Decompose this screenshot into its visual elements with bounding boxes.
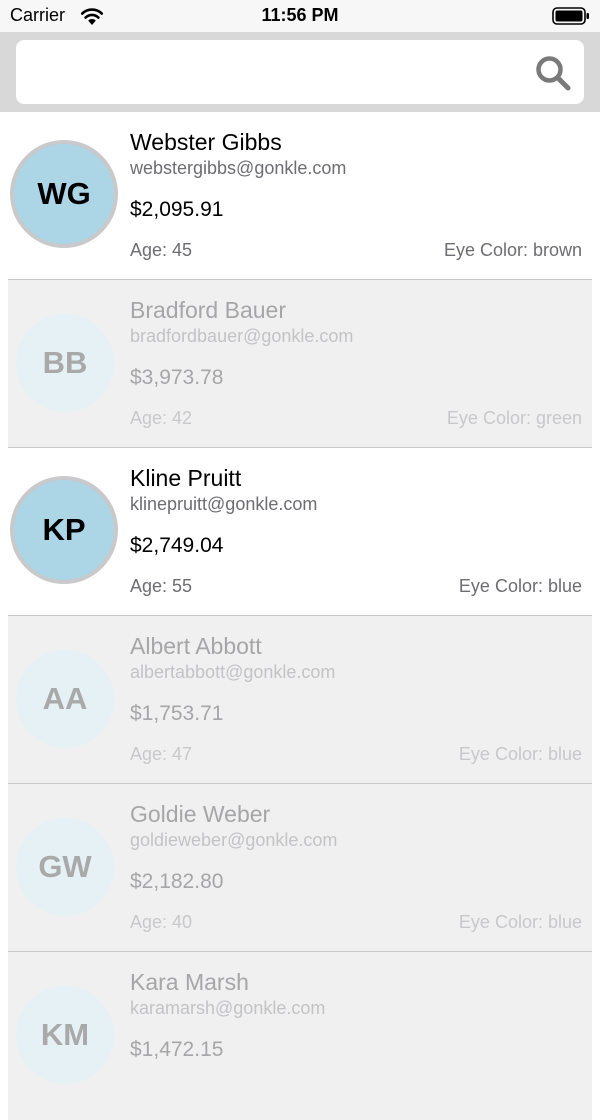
person-email: bradfordbauer@gonkle.com bbox=[130, 326, 354, 346]
avatar: GW bbox=[16, 818, 114, 916]
people-list: WG Webster Gibbs webstergibbs@gonkle.com… bbox=[0, 112, 600, 1120]
list-item[interactable]: GW Goldie Weber goldieweber@gonkle.com $… bbox=[8, 784, 592, 952]
person-age: Age: 42 bbox=[130, 408, 193, 428]
person-balance: $1,472.15 bbox=[130, 1038, 224, 1061]
person-balance: $2,182.80 bbox=[130, 870, 224, 893]
person-name: Albert Abbott bbox=[130, 633, 262, 659]
person-age: Age: 47 bbox=[130, 744, 193, 764]
avatar: KP bbox=[10, 476, 118, 584]
person-name: Bradford Bauer bbox=[130, 297, 286, 323]
battery-icon bbox=[552, 7, 589, 25]
status-bar: Carrier 11:56 PM bbox=[0, 0, 600, 32]
person-eye-color: Eye Color: green bbox=[446, 408, 582, 428]
person-name: Webster Gibbs bbox=[130, 129, 282, 155]
person-eye-color: Eye Color: blue bbox=[458, 912, 582, 932]
list-item[interactable]: AA Albert Abbott albertabbott@gonkle.com… bbox=[8, 616, 592, 784]
person-age: Age: 45 bbox=[130, 240, 193, 260]
avatar: AA bbox=[16, 650, 114, 748]
person-email: klinepruitt@gonkle.com bbox=[130, 494, 318, 514]
list-item[interactable]: BB Bradford Bauer bradfordbauer@gonkle.c… bbox=[8, 280, 592, 448]
status-time: 11:56 PM bbox=[261, 5, 339, 25]
person-name: Kline Pruitt bbox=[130, 465, 242, 491]
person-email: goldieweber@gonkle.com bbox=[130, 830, 338, 850]
person-eye-color: Eye Color: blue bbox=[458, 576, 582, 596]
person-name: Goldie Weber bbox=[130, 801, 271, 827]
person-balance: $2,095.91 bbox=[130, 198, 224, 221]
search-icon[interactable] bbox=[534, 54, 572, 92]
person-name: Kara Marsh bbox=[130, 969, 249, 995]
search-input[interactable] bbox=[16, 40, 584, 104]
person-balance: $2,749.04 bbox=[130, 534, 224, 557]
list-item[interactable]: KP Kline Pruitt klinepruitt@gonkle.com $… bbox=[0, 448, 600, 616]
person-age: Age: 55 bbox=[130, 576, 193, 596]
person-email: webstergibbs@gonkle.com bbox=[130, 158, 347, 178]
person-email: karamarsh@gonkle.com bbox=[130, 998, 326, 1018]
list-item[interactable]: WG Webster Gibbs webstergibbs@gonkle.com… bbox=[0, 112, 600, 280]
avatar: WG bbox=[10, 140, 118, 248]
person-email: albertabbott@gonkle.com bbox=[130, 662, 336, 682]
avatar: KM bbox=[16, 986, 114, 1084]
avatar: BB bbox=[16, 314, 114, 412]
search-bar bbox=[0, 32, 600, 112]
person-eye-color: Eye Color: brown bbox=[443, 240, 582, 260]
person-age: Age: 40 bbox=[130, 912, 193, 932]
person-balance: $1,753.71 bbox=[130, 702, 224, 725]
person-balance: $3,973.78 bbox=[130, 366, 224, 389]
person-eye-color: Eye Color: blue bbox=[458, 744, 582, 764]
list-item[interactable]: KM Kara Marsh karamarsh@gonkle.com $1,47… bbox=[8, 952, 592, 1120]
